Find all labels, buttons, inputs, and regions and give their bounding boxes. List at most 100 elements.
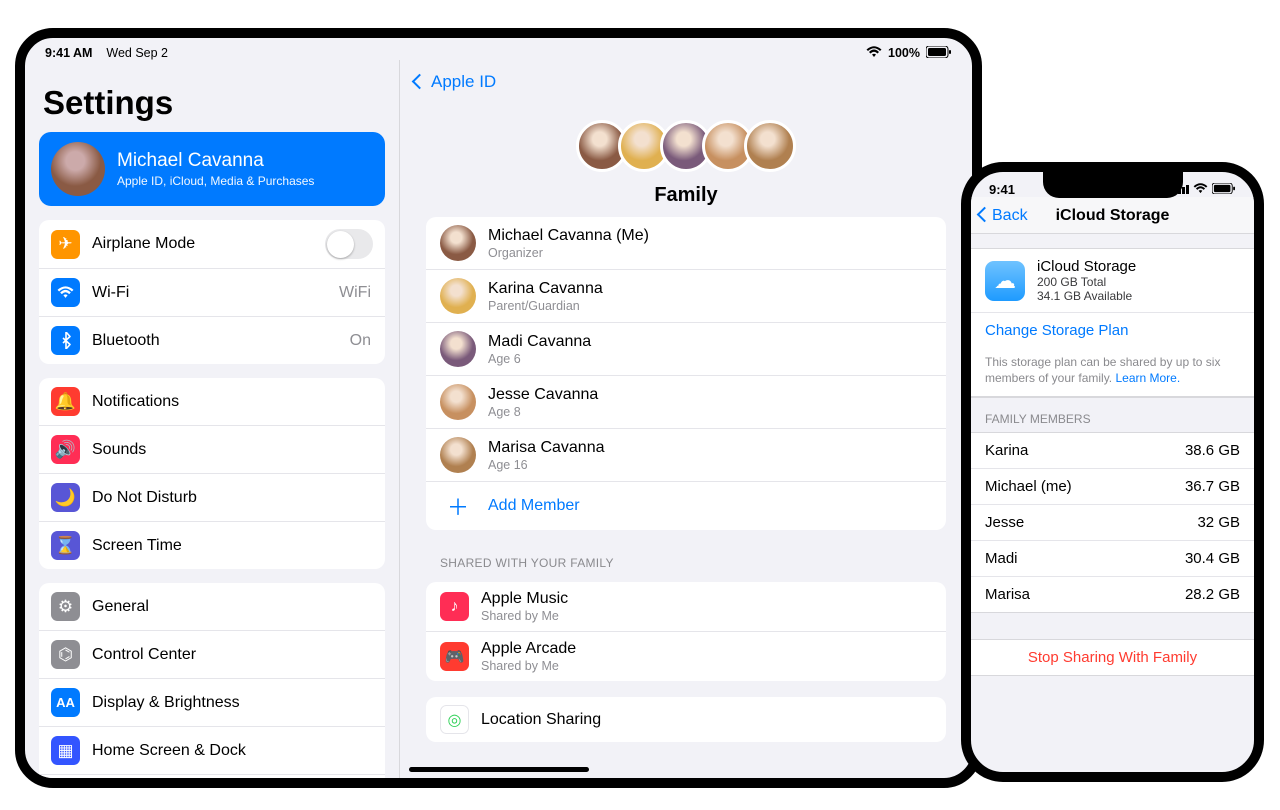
page-title: Settings (39, 66, 385, 132)
family-heading: Family (400, 184, 972, 207)
family-member-row[interactable]: Madi Cavanna Age 6 (426, 322, 946, 375)
member-usage: 32 GB (1197, 514, 1240, 531)
shared-services-card: ♪ Apple Music Shared by Me🎮 Apple Arcade… (426, 582, 946, 681)
more-label: Location Sharing (481, 711, 601, 729)
member-role: Organizer (488, 246, 649, 260)
ipad-frame: 9:41 AM Wed Sep 2 100% Settings Michael … (15, 28, 982, 788)
avatar (440, 384, 476, 420)
settings-row-icon (51, 278, 80, 307)
storage-summary-card: ☁︎ iCloud Storage 200 GB Total 34.1 GB A… (971, 248, 1254, 398)
footnote-text: This storage plan can be shared by up to… (985, 355, 1220, 385)
detail-pane: Apple ID Family Michael Cavanna (Me) Org… (399, 60, 972, 778)
learn-more-link[interactable]: Learn More. (1115, 371, 1180, 385)
avatar (744, 120, 796, 172)
settings-row-icon: ⌬ (51, 640, 80, 669)
settings-row-control-center[interactable]: ⌬ Control Center (39, 630, 385, 678)
settings-row-notifications[interactable]: 🔔Notifications (39, 378, 385, 425)
family-members-card: Michael Cavanna (Me) Organizer Karina Ca… (426, 217, 946, 530)
back-label: Apple ID (431, 72, 496, 92)
settings-row-display-brightness[interactable]: AA Display & Brightness (39, 678, 385, 726)
change-storage-plan-button[interactable]: Change Storage Plan (971, 312, 1254, 348)
status-right (1174, 182, 1236, 197)
usage-row[interactable]: Madi 30.4 GB (971, 540, 1254, 576)
back-button[interactable]: Back (979, 207, 1028, 225)
member-name: Madi Cavanna (488, 333, 591, 351)
usage-row[interactable]: Marisa 28.2 GB (971, 576, 1254, 612)
toggle[interactable] (325, 229, 373, 259)
row-label: Control Center (92, 646, 373, 664)
settings-sidebar: Settings Michael Cavanna Apple ID, iClou… (25, 60, 399, 778)
avatar (51, 142, 105, 196)
row-label: Display & Brightness (92, 694, 373, 712)
usage-row[interactable]: Karina 38.6 GB (971, 433, 1254, 468)
settings-row-screen-time[interactable]: ⌛Screen Time (39, 521, 385, 569)
stop-sharing-button[interactable]: Stop Sharing With Family (971, 640, 1254, 675)
icloud-icon: ☁︎ (985, 261, 1025, 301)
back-button[interactable]: Apple ID (400, 60, 972, 98)
family-member-row[interactable]: Jesse Cavanna Age 8 (426, 375, 946, 428)
profile-subtitle: Apple ID, iCloud, Media & Purchases (117, 174, 314, 188)
row-label: Airplane Mode (92, 235, 313, 253)
member-role: Age 8 (488, 405, 598, 419)
settings-row-accessibility[interactable]: ♿︎Accessibility (39, 774, 385, 778)
chevron-left-icon (414, 72, 427, 92)
avatar (440, 331, 476, 367)
family-member-row[interactable]: Michael Cavanna (Me) Organizer (426, 217, 946, 269)
member-name: Jesse (985, 514, 1024, 531)
avatar (440, 225, 476, 261)
more-row[interactable]: ◎ Location Sharing (426, 697, 946, 742)
settings-group-network: ✈︎Airplane Mode Wi-Fi WiFi Bluetooth On (39, 220, 385, 364)
avatar (440, 437, 476, 473)
row-value: WiFi (339, 284, 373, 302)
member-name: Karina (985, 442, 1028, 459)
row-label: General (92, 598, 373, 616)
settings-row-wi-fi[interactable]: Wi-Fi WiFi (39, 268, 385, 316)
settings-row-do-not-disturb[interactable]: 🌙Do Not Disturb (39, 473, 385, 521)
add-member-label: Add Member (488, 497, 580, 515)
settings-row-icon: AA (51, 688, 80, 717)
settings-row-general[interactable]: ⚙︎ General (39, 583, 385, 630)
settings-group-alerts: 🔔Notifications🔊Sounds🌙Do Not Disturb⌛Scr… (39, 378, 385, 569)
plus-icon: ＋ (440, 490, 476, 522)
settings-row-bluetooth[interactable]: Bluetooth On (39, 316, 385, 364)
home-indicator[interactable] (409, 767, 589, 772)
row-label: Home Screen & Dock (92, 742, 373, 760)
chevron-left-icon (979, 207, 992, 225)
member-name: Marisa (985, 586, 1030, 603)
service-label: Apple Music (481, 590, 568, 608)
shared-service-row[interactable]: 🎮 Apple Arcade Shared by Me (426, 631, 946, 681)
stop-sharing-label: Stop Sharing With Family (1028, 649, 1197, 666)
add-member-button[interactable]: ＋ Add Member (426, 481, 946, 530)
shared-service-row[interactable]: ♪ Apple Music Shared by Me (426, 582, 946, 631)
status-date: Wed Sep 2 (106, 46, 168, 60)
member-usage: 36.7 GB (1185, 478, 1240, 495)
settings-row-home-screen-dock[interactable]: ▦ Home Screen & Dock (39, 726, 385, 774)
row-value: On (350, 332, 373, 350)
settings-row-icon: ⌛ (51, 531, 80, 560)
settings-row-airplane-mode[interactable]: ✈︎Airplane Mode (39, 220, 385, 268)
member-name: Marisa Cavanna (488, 439, 605, 457)
settings-row-icon: ⚙︎ (51, 592, 80, 621)
apple-id-profile-row[interactable]: Michael Cavanna Apple ID, iCloud, Media … (39, 132, 385, 206)
app-icon: ♪ (440, 592, 469, 621)
settings-row-icon: 🔊 (51, 435, 80, 464)
location-icon: ◎ (440, 705, 469, 734)
member-usage: 30.4 GB (1185, 550, 1240, 567)
usage-row[interactable]: Michael (me) 36.7 GB (971, 468, 1254, 504)
settings-row-icon: ▦ (51, 736, 80, 765)
family-member-row[interactable]: Marisa Cavanna Age 16 (426, 428, 946, 481)
storage-summary-row[interactable]: ☁︎ iCloud Storage 200 GB Total 34.1 GB A… (971, 249, 1254, 312)
row-label: Wi-Fi (92, 284, 327, 302)
settings-group-general: ⚙︎ General ⌬ Control Center AA Display & Brig… (39, 583, 385, 778)
storage-label: iCloud Storage (1037, 258, 1136, 275)
usage-row[interactable]: Jesse 32 GB (971, 504, 1254, 540)
storage-total: 200 GB Total (1037, 275, 1136, 289)
row-label: Bluetooth (92, 332, 338, 350)
member-name: Madi (985, 550, 1018, 567)
settings-row-sounds[interactable]: 🔊Sounds (39, 425, 385, 473)
member-usage: 38.6 GB (1185, 442, 1240, 459)
back-label: Back (992, 207, 1028, 225)
family-member-row[interactable]: Karina Cavanna Parent/Guardian (426, 269, 946, 322)
battery-percent: 100% (888, 46, 920, 60)
status-time: 9:41 (989, 182, 1015, 197)
